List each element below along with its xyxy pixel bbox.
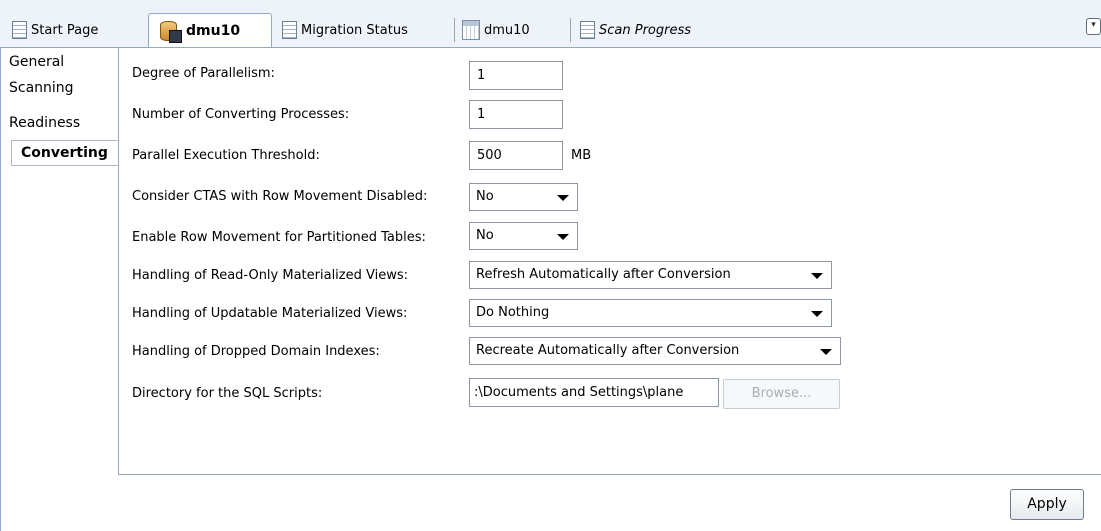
row-movement-select-value: No bbox=[476, 228, 494, 243]
domain-indexes-select-value: Recreate Automatically after Conversion bbox=[476, 343, 740, 358]
nav-item-converting[interactable]: Converting bbox=[11, 140, 121, 166]
tab-dmu10-calendar[interactable]: dmu10 bbox=[462, 15, 530, 45]
tab-label: Scan Progress bbox=[599, 22, 692, 38]
parallel-threshold-label: Parallel Execution Threshold: bbox=[132, 148, 320, 163]
chevron-down-icon bbox=[811, 311, 823, 317]
chevron-down-icon bbox=[557, 234, 569, 240]
chevron-down-icon bbox=[557, 195, 569, 201]
domain-indexes-select[interactable]: Recreate Automatically after Conversion bbox=[469, 337, 841, 365]
readonly-mv-select[interactable]: Refresh Automatically after Conversion bbox=[469, 261, 832, 289]
nav-item-general[interactable]: General bbox=[9, 54, 64, 70]
document-icon bbox=[282, 21, 297, 39]
parallel-threshold-input[interactable]: 500 bbox=[469, 141, 563, 170]
tab-dmu10-active[interactable]: dmu10 bbox=[148, 13, 272, 48]
left-nav: General Scanning Readiness Converting bbox=[0, 48, 121, 531]
row-movement-select[interactable]: No bbox=[469, 222, 578, 250]
tab-label: Start Page bbox=[31, 22, 99, 38]
chevron-down-icon bbox=[820, 349, 832, 355]
tab-separator bbox=[454, 18, 455, 42]
tab-label: dmu10 bbox=[186, 23, 241, 39]
document-icon bbox=[580, 21, 595, 39]
ctas-label: Consider CTAS with Row Movement Disabled… bbox=[132, 189, 428, 204]
threshold-unit-label: MB bbox=[571, 148, 592, 163]
converting-processes-input[interactable]: 1 bbox=[469, 100, 563, 129]
tab-overflow-button[interactable]: ▾ bbox=[1086, 18, 1101, 35]
tab-start-page[interactable]: Start Page bbox=[12, 15, 98, 45]
tab-scan-progress[interactable]: Scan Progress bbox=[580, 15, 691, 45]
chevron-down-icon: ▾ bbox=[1091, 20, 1096, 30]
readonly-mv-select-value: Refresh Automatically after Conversion bbox=[476, 267, 731, 282]
updatable-mv-select[interactable]: Do Nothing bbox=[469, 299, 832, 327]
tab-separator bbox=[570, 18, 571, 42]
updatable-mv-label: Handling of Updatable Materialized Views… bbox=[132, 306, 408, 321]
nav-item-scanning[interactable]: Scanning bbox=[9, 80, 74, 96]
tab-migration-status[interactable]: Migration Status bbox=[282, 15, 408, 45]
sql-scripts-dir-input[interactable]: :\Documents and Settings\plane bbox=[469, 378, 719, 407]
readonly-mv-label: Handling of Read-Only Materialized Views… bbox=[132, 268, 409, 283]
tab-label: dmu10 bbox=[484, 22, 530, 38]
domain-indexes-label: Handling of Dropped Domain Indexes: bbox=[132, 344, 380, 359]
browse-button[interactable]: Browse... bbox=[723, 379, 840, 409]
calendar-icon bbox=[462, 20, 480, 40]
document-icon bbox=[12, 21, 27, 39]
row-movement-label: Enable Row Movement for Partitioned Tabl… bbox=[132, 230, 426, 245]
ctas-select[interactable]: No bbox=[469, 183, 578, 211]
degree-parallelism-label: Degree of Parallelism: bbox=[132, 66, 275, 81]
apply-button[interactable]: Apply bbox=[1010, 489, 1084, 520]
ctas-select-value: No bbox=[476, 189, 494, 204]
chevron-down-icon bbox=[811, 273, 823, 279]
tab-bar: Start Page dmu10 Migration Status dmu10 … bbox=[0, 0, 1101, 48]
database-icon bbox=[158, 19, 182, 43]
sql-scripts-dir-label: Directory for the SQL Scripts: bbox=[132, 386, 323, 401]
converting-processes-label: Number of Converting Processes: bbox=[132, 107, 350, 122]
degree-parallelism-input[interactable]: 1 bbox=[469, 61, 563, 90]
updatable-mv-select-value: Do Nothing bbox=[476, 305, 550, 320]
tab-label: Migration Status bbox=[301, 22, 408, 38]
nav-item-readiness[interactable]: Readiness bbox=[9, 115, 80, 131]
